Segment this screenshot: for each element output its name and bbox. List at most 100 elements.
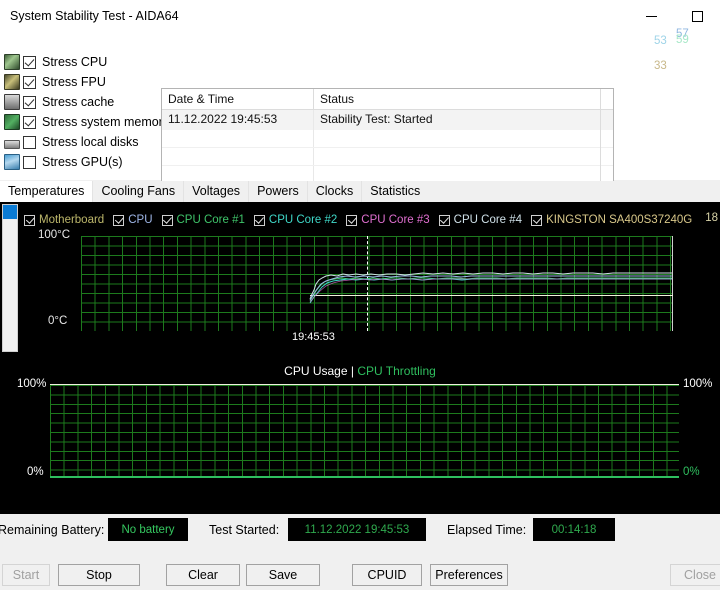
table-empty-row — [162, 148, 613, 166]
legend-item-cpu-core-4[interactable]: CPU Core #4 — [439, 214, 522, 226]
legend-item-cpu-core-3[interactable]: CPU Core #3 — [346, 214, 429, 226]
remaining-battery-label: Remaining Battery: — [0, 523, 104, 537]
temperature-traces — [81, 236, 673, 331]
cache-chip-icon — [4, 94, 20, 110]
start-button[interactable]: Start — [2, 564, 50, 586]
legend-item-cpu-core-2[interactable]: CPU Core #2 — [254, 214, 337, 226]
usage-axis-left-bottom-label: 0% — [27, 466, 44, 478]
temperature-legend: Motherboard CPU CPU Core #1 CPU Core #2 … — [24, 211, 720, 229]
test-started-label: Test Started: — [209, 523, 279, 537]
stress-cache-label: Stress cache — [42, 95, 114, 109]
cpu-usage-title-separator: | — [351, 364, 354, 378]
cpu-throttling-title: CPU Throttling — [357, 364, 435, 378]
tab-temperatures[interactable]: Temperatures — [0, 181, 92, 202]
column-header-datetime[interactable]: Date & Time — [162, 89, 314, 110]
chart-tab-strip: Temperatures Cooling Fans Voltages Power… — [0, 181, 720, 202]
legend-label-cpu: CPU — [128, 214, 152, 226]
stress-option-gpu[interactable]: Stress GPU(s) — [4, 152, 169, 172]
legend-item-cpu-core-1[interactable]: CPU Core #1 — [162, 214, 245, 226]
clear-button[interactable]: Clear — [166, 564, 240, 586]
temperature-value-53: 53 — [654, 35, 667, 47]
save-button[interactable]: Save — [246, 564, 320, 586]
options-and-log-panel: Stress CPU Stress FPU Stress cache Stres… — [0, 32, 720, 180]
temperature-legend-scrollbar[interactable] — [2, 204, 18, 352]
tab-voltages[interactable]: Voltages — [183, 181, 248, 202]
title-bar: System Stability Test - AIDA64 — [0, 0, 720, 32]
legend-checkbox-cpu-core-2[interactable] — [254, 215, 265, 226]
scrollbar-thumb[interactable] — [3, 205, 17, 219]
stress-option-cpu[interactable]: Stress CPU — [4, 52, 169, 72]
legend-label-cpu-core-2: CPU Core #2 — [269, 214, 337, 226]
stress-cpu-checkbox[interactable] — [23, 56, 36, 69]
fpu-chip-icon — [4, 74, 20, 90]
stress-option-cache[interactable]: Stress cache — [4, 92, 169, 112]
legend-label-cpu-core-4: CPU Core #4 — [454, 214, 522, 226]
legend-label-motherboard: Motherboard — [39, 214, 104, 226]
legend-label-cpu-core-1: CPU Core #1 — [177, 214, 245, 226]
elapsed-time-label: Elapsed Time: — [447, 523, 526, 537]
table-row[interactable]: 11.12.2022 19:45:53 Stability Test: Star… — [162, 110, 613, 130]
elapsed-time-value: 00:14:18 — [533, 518, 615, 541]
stress-cache-checkbox[interactable] — [23, 96, 36, 109]
remaining-battery-value: No battery — [108, 518, 188, 541]
stress-option-memory[interactable]: Stress system memory — [4, 112, 169, 132]
minimize-icon — [646, 16, 657, 17]
temperature-axis-top-label: 100°C — [38, 229, 70, 241]
stress-disks-checkbox[interactable] — [23, 136, 36, 149]
legend-checkbox-kingston-ssd[interactable] — [531, 215, 542, 226]
window-title: System Stability Test - AIDA64 — [10, 9, 179, 23]
preferences-button[interactable]: Preferences — [430, 564, 508, 586]
aida64-stability-test-window: System Stability Test - AIDA64 Stress CP… — [0, 0, 720, 590]
temperature-value-59: 59 — [676, 34, 689, 46]
stress-option-disks[interactable]: Stress local disks — [4, 132, 169, 152]
tab-statistics[interactable]: Statistics — [361, 181, 428, 202]
cell-status: Stability Test: Started — [314, 110, 601, 130]
cpu-usage-title-main: CPU Usage — [284, 364, 347, 378]
stress-memory-label: Stress system memory — [42, 115, 169, 129]
window-controls — [628, 0, 720, 32]
temperature-value-33: 33 — [654, 60, 667, 72]
usage-axis-right-top-label: 100% — [683, 378, 712, 390]
cpu-usage-title: CPU Usage | CPU Throttling — [0, 364, 720, 378]
usage-axis-left-top-label: 100% — [17, 378, 46, 390]
cpu-usage-grid[interactable] — [50, 384, 679, 478]
marker-time-label: 19:45:53 — [292, 331, 335, 343]
legend-item-motherboard[interactable]: Motherboard — [24, 214, 104, 226]
maximize-icon — [692, 11, 703, 22]
stress-gpu-label: Stress GPU(s) — [42, 155, 123, 169]
legend-label-cpu-core-3: CPU Core #3 — [361, 214, 429, 226]
temperature-plot[interactable]: 100°C 0°C 19:45:53 — [24, 229, 720, 349]
legend-item-kingston-ssd[interactable]: KINGSTON SA400S37240G — [531, 214, 692, 226]
close-button[interactable]: Close — [670, 564, 720, 586]
legend-item-cpu[interactable]: CPU — [113, 214, 152, 226]
table-header-row: Date & Time Status — [162, 89, 613, 110]
minimize-button[interactable] — [628, 0, 674, 32]
stress-fpu-label: Stress FPU — [42, 75, 106, 89]
stress-fpu-checkbox[interactable] — [23, 76, 36, 89]
column-header-status[interactable]: Status — [314, 89, 601, 110]
cpu-chip-icon — [4, 54, 20, 70]
table-empty-row — [162, 130, 613, 148]
stress-memory-checkbox[interactable] — [23, 116, 36, 129]
legend-label-kingston-ssd: KINGSTON SA400S37240G — [546, 214, 692, 226]
legend-checkbox-cpu-core-4[interactable] — [439, 215, 450, 226]
stress-options-list: Stress CPU Stress FPU Stress cache Stres… — [4, 52, 169, 172]
usage-axis-right-bottom-label: 0% — [683, 466, 700, 478]
stress-option-fpu[interactable]: Stress FPU — [4, 72, 169, 92]
tab-clocks[interactable]: Clocks — [307, 181, 362, 202]
stress-cpu-label: Stress CPU — [42, 55, 107, 69]
tab-powers[interactable]: Powers — [248, 181, 307, 202]
stress-gpu-checkbox[interactable] — [23, 156, 36, 169]
tab-cooling-fans[interactable]: Cooling Fans — [92, 181, 183, 202]
temperature-axis-bottom-label: 0°C — [48, 315, 67, 327]
legend-checkbox-cpu-core-1[interactable] — [162, 215, 173, 226]
stop-button[interactable]: Stop — [58, 564, 140, 586]
legend-checkbox-cpu-core-3[interactable] — [346, 215, 357, 226]
legend-checkbox-motherboard[interactable] — [24, 215, 35, 226]
cpuid-button[interactable]: CPUID — [352, 564, 422, 586]
memory-module-icon — [4, 114, 20, 130]
gpu-card-icon — [4, 154, 20, 170]
stress-disks-label: Stress local disks — [42, 135, 139, 149]
legend-value-kingston-ssd: 18 — [705, 212, 718, 224]
legend-checkbox-cpu[interactable] — [113, 215, 124, 226]
